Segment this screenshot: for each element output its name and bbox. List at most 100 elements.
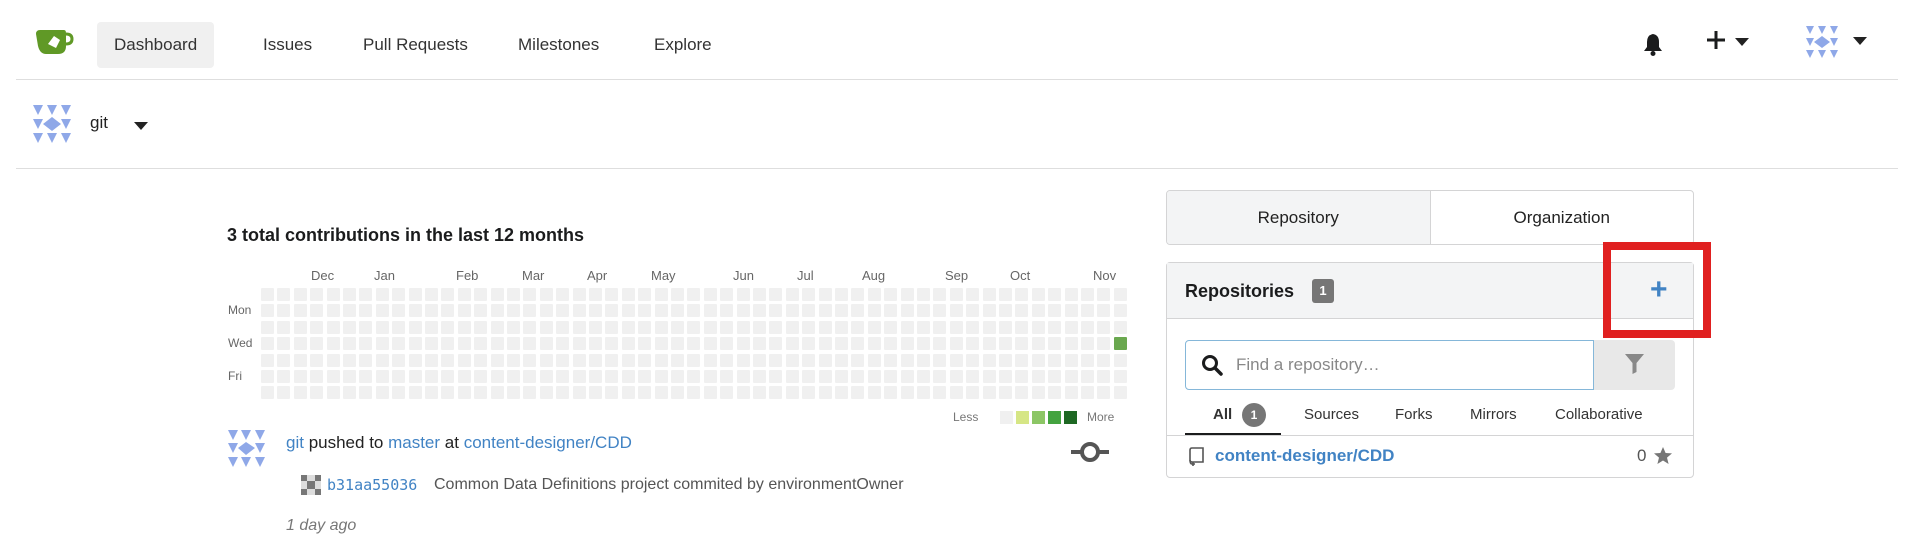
user-menu[interactable] xyxy=(1806,26,1867,63)
heatmap-day: Fri xyxy=(228,369,242,383)
heatmap-cell xyxy=(572,353,586,367)
heatmap-cell xyxy=(835,304,848,318)
context-switcher[interactable]: git xyxy=(16,81,1898,169)
heatmap-cell xyxy=(687,337,701,351)
heatmap-cell xyxy=(654,370,668,383)
heatmap-cell xyxy=(999,386,1012,400)
heatmap-cell xyxy=(490,304,504,318)
commit-sha-link[interactable]: b31aa55036 xyxy=(327,476,417,494)
heatmap-title: 3 total contributions in the last 12 mon… xyxy=(227,225,585,245)
heatmap-cell xyxy=(490,337,504,351)
heatmap-cell xyxy=(589,370,602,383)
repositories-title: Repositories xyxy=(1185,281,1295,301)
heatmap-cell xyxy=(343,386,356,400)
heatmap-cell xyxy=(835,320,848,334)
heatmap-cell xyxy=(392,353,406,367)
heatmap-cell xyxy=(556,353,570,367)
heatmap-cell xyxy=(769,386,783,400)
dashboard-tabs: Repository Organization xyxy=(1166,190,1694,245)
git-commit-icon xyxy=(1071,442,1109,462)
heatmap-cell xyxy=(523,320,537,334)
heatmap-cell xyxy=(851,353,865,367)
heatmap-cell xyxy=(671,353,684,367)
heatmap-cell xyxy=(392,288,406,301)
context-user-name[interactable]: git xyxy=(90,113,108,133)
heatmap-cell xyxy=(1097,386,1111,400)
heatmap-cell xyxy=(408,386,422,400)
heatmap-cell xyxy=(769,353,783,367)
feed-branch-link[interactable]: master xyxy=(388,433,440,452)
heatmap-cell xyxy=(293,288,307,301)
heatmap-cell xyxy=(375,320,389,334)
heatmap-cell xyxy=(277,304,291,318)
heatmap-cell xyxy=(621,288,635,301)
heatmap-cell xyxy=(818,320,832,334)
heatmap-cell xyxy=(835,370,848,383)
heatmap-cell xyxy=(539,320,553,334)
heatmap-cell xyxy=(736,370,750,383)
feed-repo-link[interactable]: content-designer/CDD xyxy=(464,433,632,452)
nav-dashboard[interactable]: Dashboard xyxy=(97,22,215,68)
heatmap-cell xyxy=(720,304,734,318)
heatmap-cell xyxy=(1031,288,1045,301)
feed-avatar[interactable] xyxy=(228,430,265,467)
heatmap-cell xyxy=(671,337,684,351)
heatmap-cell xyxy=(1064,370,1078,383)
heatmap-cell xyxy=(1081,370,1094,383)
heatmap-cell xyxy=(999,353,1012,367)
heatmap-cell xyxy=(933,370,947,383)
heatmap-cell xyxy=(523,386,537,400)
heatmap-cell xyxy=(1097,370,1111,383)
heatmap-cell xyxy=(933,320,947,334)
filter-tab-forks[interactable]: Forks xyxy=(1395,406,1433,423)
tab-organization[interactable]: Organization xyxy=(1431,191,1694,244)
heatmap-cell xyxy=(621,320,635,334)
heatmap-cell xyxy=(949,304,963,318)
heatmap-cell xyxy=(818,304,832,318)
heatmap-cell xyxy=(261,370,274,383)
filter-tab-mirrors[interactable]: Mirrors xyxy=(1470,406,1517,423)
repo-filter-button[interactable] xyxy=(1594,340,1675,390)
heatmap-cell xyxy=(261,304,274,318)
tab-repository[interactable]: Repository xyxy=(1167,191,1431,244)
filter-tab-collaborative[interactable]: Collaborative xyxy=(1555,406,1643,423)
heatmap-month: Mar xyxy=(522,268,545,283)
heatmap-cell xyxy=(293,320,307,334)
feed-actor-link[interactable]: git xyxy=(286,433,304,452)
heatmap-cell xyxy=(917,304,930,318)
heatmap-cell xyxy=(523,304,537,318)
heatmap-cell xyxy=(785,320,799,334)
heatmap-cell xyxy=(507,337,520,351)
heatmap-cell xyxy=(654,304,668,318)
heatmap-cell xyxy=(867,337,881,351)
filter-tab-all[interactable]: All xyxy=(1213,406,1232,423)
heatmap-cell xyxy=(900,337,914,351)
legend-less: Less xyxy=(953,410,979,424)
nav-pull-requests[interactable]: Pull Requests xyxy=(346,22,485,68)
filter-tab-sources[interactable]: Sources xyxy=(1304,406,1359,423)
repo-icon xyxy=(1189,447,1204,466)
repo-name-link[interactable]: content-designer/CDD xyxy=(1215,446,1394,466)
heatmap-cell xyxy=(769,320,783,334)
nav-explore[interactable]: Explore xyxy=(637,22,729,68)
heatmap-month: Nov xyxy=(1093,268,1117,283)
heatmap-cell xyxy=(507,386,520,400)
heatmap-cell xyxy=(703,304,717,318)
heatmap-cell xyxy=(638,304,652,318)
heatmap-cell xyxy=(293,370,307,383)
bell-icon[interactable] xyxy=(1642,32,1664,56)
heatmap-cell xyxy=(999,288,1012,301)
nav-milestones[interactable]: Milestones xyxy=(501,22,616,68)
nav-issues[interactable]: Issues xyxy=(246,22,329,68)
create-menu[interactable] xyxy=(1706,28,1749,57)
repo-search-input[interactable] xyxy=(1185,340,1594,390)
heatmap-cell xyxy=(671,370,684,383)
heatmap-cell xyxy=(605,370,619,383)
heatmap-cell xyxy=(408,304,422,318)
heatmap-cell xyxy=(310,386,324,400)
gitea-logo-icon[interactable] xyxy=(34,26,74,58)
heatmap-month: Aug xyxy=(862,268,886,283)
heatmap-cell xyxy=(359,320,373,334)
heatmap-cell xyxy=(343,288,356,301)
heatmap-cell xyxy=(1015,370,1029,383)
